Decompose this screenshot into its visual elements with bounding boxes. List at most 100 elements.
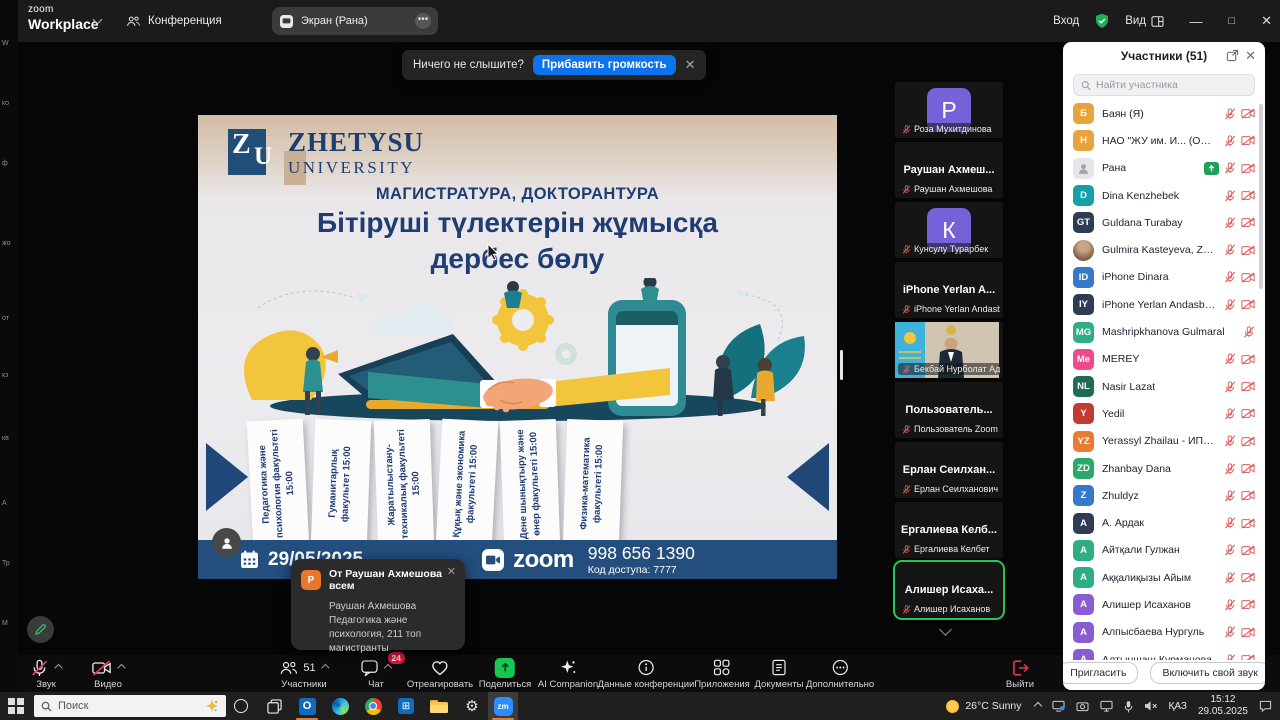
mic-off-icon[interactable] [1224,190,1236,202]
leave-button[interactable]: Выйти [1006,658,1034,690]
participant-row[interactable]: AАйтқали Гулжан [1063,537,1265,564]
info-button[interactable]: Данные конференции [598,658,695,690]
chat-notification-popup[interactable]: P От Раушан Ахмешова всем ✕ Раушан Ахмеш… [291,559,465,650]
participant-row[interactable]: IDiPhone Dinara [1063,264,1265,291]
video-off-icon[interactable] [1241,463,1255,474]
mic-off-icon[interactable] [1224,135,1236,147]
video-off-icon[interactable] [1241,545,1255,556]
video-off-icon[interactable] [1241,108,1255,119]
video-thumbnail[interactable]: PРоза Мухитдинова [895,82,1003,138]
mic-off-icon[interactable] [1224,353,1236,365]
participant-search[interactable] [1073,74,1255,96]
store-taskbar-icon[interactable]: ⊞ [391,692,421,720]
view-button[interactable]: Вид [1125,15,1164,27]
video-off-icon[interactable] [1241,408,1255,419]
participant-row[interactable]: YYedil [1063,400,1265,427]
video-thumbnail[interactable]: iPhone Yerlan A...iPhone Yerlan Andasb..… [895,262,1003,318]
settings-taskbar-icon[interactable]: ⚙ [457,692,487,720]
mic-off-icon[interactable] [1224,490,1236,502]
tray-expand-icon[interactable] [1033,702,1041,710]
panel-close-icon[interactable]: ✕ [1245,49,1256,62]
video-off-icon[interactable] [1241,572,1255,583]
mic-off-icon[interactable] [1224,572,1236,584]
mic-off-icon[interactable] [1224,463,1236,475]
participant-row[interactable]: GTGuldana Turabay [1063,209,1265,236]
thumbnails-scroll-down-icon[interactable] [939,623,952,636]
edge-taskbar-icon[interactable] [325,692,355,720]
mic-off-icon[interactable] [1224,217,1236,229]
taskbar-search[interactable] [34,695,226,717]
video-off-icon[interactable] [1241,436,1255,447]
video-off-icon[interactable] [1241,217,1255,228]
cortana-taskbar-icon[interactable] [226,692,256,720]
video-thumbnail[interactable]: ККунсулу Турарбек [895,202,1003,258]
video-off-icon[interactable] [1241,627,1255,638]
ai-button[interactable]: AI Companion [538,658,598,690]
weather-widget[interactable]: 26°C Sunny [946,700,1021,713]
video-thumbnail[interactable]: Бекбай Нурболат Ад... [895,322,1003,378]
outlook-taskbar-icon[interactable]: O [292,692,322,720]
participant-row[interactable]: ZDZhanbay Dana [1063,455,1265,482]
mic-off-icon[interactable] [1224,271,1236,283]
unmute-self-button[interactable]: Включить свой звук [1150,662,1265,684]
task-view-taskbar-icon[interactable] [259,692,289,720]
participant-row[interactable]: MGMashripkhanova Gulmaral [1063,318,1265,345]
react-button[interactable]: Отреагировать [407,658,473,690]
mic-off-icon[interactable] [1224,435,1236,447]
video-off-icon[interactable] [1241,190,1255,201]
apps-button[interactable]: Приложения [694,658,750,690]
video-thumbnail[interactable]: Алишер Исаха...Алишер Исаханов [895,562,1003,618]
mic-off-icon[interactable] [1224,299,1236,311]
start-button[interactable] [8,698,24,714]
share-button[interactable]: Поделиться [479,658,531,690]
participant-row[interactable]: YZYerassyl Zhailau - ИПМ211 [1063,428,1265,455]
increase-volume-button[interactable]: Прибавить громкость [533,55,676,75]
participant-row[interactable]: IYiPhone Yerlan Andasbayev [1063,291,1265,318]
mic-off-icon[interactable] [1224,162,1236,174]
participant-row[interactable]: AА. Ардак [1063,509,1265,536]
display-tray-icon[interactable] [1052,700,1065,712]
video-off-icon[interactable] [1241,354,1255,365]
video-off-icon[interactable] [1241,599,1255,610]
invite-button[interactable]: Пригласить [1063,662,1138,684]
participant-row[interactable]: ББаян (Я) [1063,100,1265,127]
video-off-icon[interactable] [1241,299,1255,310]
microphone-tray-icon[interactable] [1124,700,1133,713]
video-off-icon[interactable] [1241,272,1255,283]
participant-row[interactable]: DDina Kenzhebek [1063,182,1265,209]
participants-scrollbar[interactable] [1259,104,1263,289]
minimize-button[interactable]: — [1189,14,1202,29]
participant-row[interactable]: AАлпысбаева Нургуль [1063,619,1265,646]
chrome-taskbar-icon[interactable] [358,692,388,720]
chevron-up-icon[interactable] [54,663,62,671]
tab-meeting[interactable]: Конференция [118,8,230,34]
network-tray-icon[interactable] [1100,700,1113,712]
action-center-icon[interactable] [1259,700,1272,712]
mic-off-icon[interactable] [1224,244,1236,256]
speaker-muted-tray-icon[interactable] [1144,700,1158,712]
video-thumbnail[interactable]: Раушан Ахмеш...Раушан Ахмешова [895,142,1003,198]
chevron-up-icon[interactable] [117,663,125,671]
mic-off-icon[interactable] [1224,381,1236,393]
chevron-up-icon[interactable] [321,663,329,671]
video-thumbnail[interactable]: Пользователь...Пользователь Zoom [895,382,1003,438]
docs-button[interactable]: Документы [755,658,804,690]
security-shield-icon[interactable] [1094,13,1110,29]
participant-row[interactable]: AАққалиқызы Айым [1063,564,1265,591]
audio-button[interactable]: Звук [31,658,62,690]
participants-button[interactable]: 51Участники [279,658,328,690]
taskbar-search-input[interactable] [58,700,176,712]
close-button[interactable]: ✕ [1261,13,1272,29]
video-button[interactable]: Видео [92,658,125,690]
participant-row[interactable]: ННАО "ЖУ им. И... (Организатор) [1063,127,1265,154]
mic-off-icon[interactable] [1224,544,1236,556]
maximize-button[interactable]: □ [1228,15,1235,27]
participant-row[interactable]: MeMEREY [1063,346,1265,373]
participant-row[interactable]: AАлишер Исаханов [1063,591,1265,618]
mic-off-icon[interactable] [1224,517,1236,529]
participant-row[interactable]: Gulmira Kasteyeva, Zhetysu Uni... [1063,236,1265,263]
signin-button[interactable]: Вход [1053,15,1079,27]
popout-icon[interactable] [1226,49,1239,62]
mic-off-icon[interactable] [1224,626,1236,638]
taskbar-clock[interactable]: 15:12 29.05.2025 [1198,694,1248,718]
